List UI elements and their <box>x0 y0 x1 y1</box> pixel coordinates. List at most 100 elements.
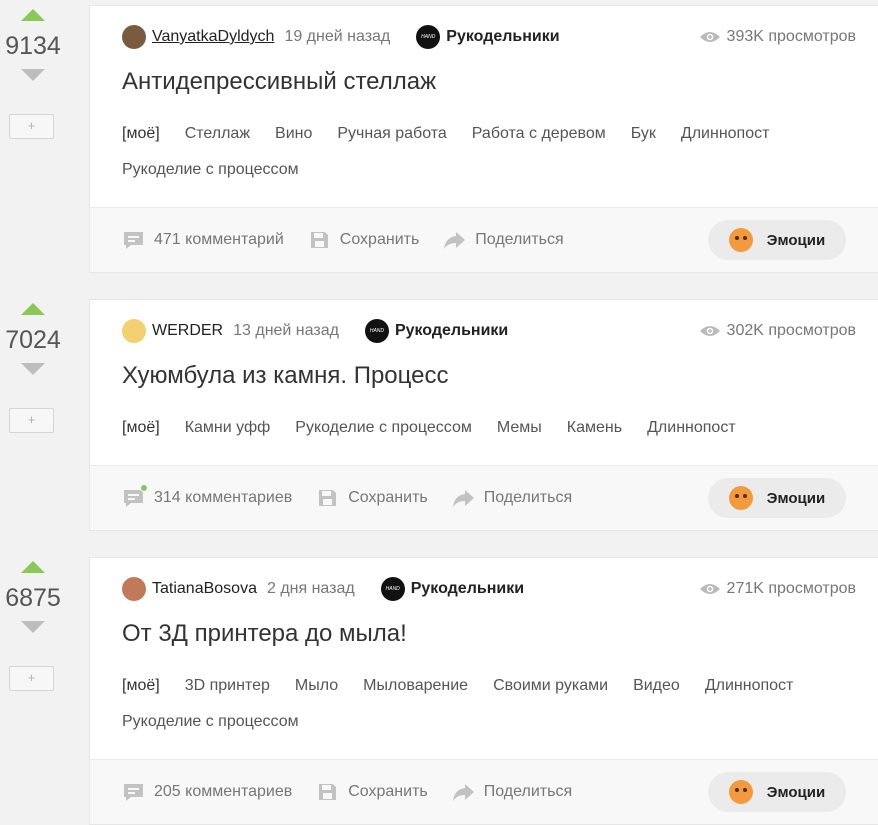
save-label: Сохранить <box>339 231 420 248</box>
downvote-arrow-icon[interactable] <box>21 69 45 81</box>
share-arrow-icon <box>443 229 466 251</box>
tag-list: [моё] Стеллаж Вино Ручная работа Работа … <box>122 116 822 188</box>
comments-count: 471 комментарий <box>154 231 284 248</box>
add-to-saved-button[interactable]: + <box>9 408 54 433</box>
tag[interactable]: Работа с деревом <box>472 116 606 152</box>
comments-button[interactable]: 314 комментариев <box>122 484 292 509</box>
save-label: Сохранить <box>348 783 428 800</box>
emotions-button[interactable]: Эмоции <box>708 220 846 260</box>
tag[interactable]: Длиннопост <box>705 668 794 704</box>
community-link[interactable]: HAND MADE Рукодельники <box>380 577 524 616</box>
share-arrow-icon <box>452 487 475 509</box>
add-to-saved-button[interactable]: + <box>9 114 54 139</box>
avatar[interactable] <box>122 577 146 601</box>
tag[interactable]: Видео <box>633 668 680 704</box>
save-button[interactable]: Сохранить <box>308 229 420 251</box>
story-body: VanyatkaDyldych 19 дней назад HAND MADE … <box>89 5 878 273</box>
tag[interactable]: Рукоделие с процессом <box>295 410 472 446</box>
share-button[interactable]: Поделиться <box>452 781 572 803</box>
author-link[interactable]: TatianaBosova <box>152 580 257 598</box>
tag[interactable]: Длиннопост <box>681 116 770 152</box>
comments-count: 205 комментариев <box>154 783 293 800</box>
community-logo-icon: HAND MADE <box>416 25 441 64</box>
emotions-label: Эмоции <box>766 783 826 801</box>
share-button[interactable]: Поделиться <box>452 487 572 509</box>
tag[interactable]: [моё] <box>122 668 160 704</box>
emotions-label: Эмоции <box>766 489 826 507</box>
downvote-arrow-icon[interactable] <box>21 621 45 633</box>
views-count: 271K просмотров <box>699 576 856 602</box>
community-logo-icon: HAND MADE <box>364 319 389 358</box>
comments-button[interactable]: 471 комментарий <box>122 229 284 251</box>
comment-icon <box>122 781 145 803</box>
share-label: Поделиться <box>483 783 573 800</box>
tag-list: [моё] 3D принтер Мыло Мыловарение Своими… <box>122 668 822 740</box>
story-title[interactable]: От 3Д принтера до мыла! <box>122 620 407 648</box>
post-time: 2 дня назад <box>266 580 355 597</box>
upvote-arrow-icon[interactable] <box>21 9 45 21</box>
tag[interactable]: Мыло <box>295 668 338 704</box>
tag[interactable]: Стеллаж <box>185 116 250 152</box>
tag[interactable]: Ручная работа <box>337 116 446 152</box>
rating-score: 9134 <box>5 32 61 60</box>
add-to-saved-button[interactable]: + <box>9 666 54 691</box>
tag[interactable]: [моё] <box>122 410 160 446</box>
share-label: Поделиться <box>475 231 564 248</box>
rating-column: 6875 + <box>0 557 66 825</box>
tag[interactable]: Рукоделие с процессом <box>122 152 299 188</box>
avatar[interactable] <box>122 319 146 343</box>
views-count: 302K просмотров <box>699 318 856 344</box>
tag[interactable]: 3D принтер <box>185 668 270 704</box>
save-label: Сохранить <box>348 489 428 506</box>
upvote-arrow-icon[interactable] <box>21 303 45 315</box>
rating-score: 7024 <box>5 326 61 354</box>
tag[interactable]: Камни уфф <box>185 410 271 446</box>
comment-icon <box>122 484 148 509</box>
emoji-face-icon <box>728 780 753 804</box>
emotions-button[interactable]: Эмоции <box>708 478 846 518</box>
community-link[interactable]: HAND MADE Рукодельники <box>416 25 560 64</box>
emoji-face-icon <box>728 228 753 252</box>
story-footer: 471 комментарий Сохранить Поделиться Эмо… <box>90 207 878 272</box>
tag[interactable]: Длиннопост <box>647 410 736 446</box>
avatar[interactable] <box>122 25 146 49</box>
share-button[interactable]: Поделиться <box>443 229 564 251</box>
downvote-arrow-icon[interactable] <box>21 363 45 375</box>
upvote-arrow-icon[interactable] <box>21 561 45 573</box>
views-text: 393K просмотров <box>726 28 856 45</box>
floppy-disk-icon <box>308 229 331 251</box>
rating-score: 6875 <box>5 584 61 612</box>
author-link[interactable]: WERDER <box>152 322 223 340</box>
post-time: 19 дней назад <box>284 28 391 45</box>
story-title[interactable]: Антидепрессивный стеллаж <box>122 68 436 96</box>
story-title[interactable]: Хуюмбула из камня. Процесс <box>122 362 448 390</box>
tag[interactable]: Мемы <box>497 410 542 446</box>
floppy-disk-icon <box>316 487 339 509</box>
story-card: 6875 + TatianaBosova 2 дня назад HAND MA… <box>0 557 878 825</box>
tag[interactable]: Мыловарение <box>363 668 468 704</box>
tag-list: [моё] Камни уфф Рукоделие с процессом Ме… <box>122 410 822 446</box>
eye-icon <box>699 584 720 594</box>
floppy-disk-icon <box>316 781 339 803</box>
comments-button[interactable]: 205 комментариев <box>122 781 292 803</box>
save-button[interactable]: Сохранить <box>316 487 428 509</box>
community-name: Рукодельники <box>394 322 509 339</box>
community-logo-icon: HAND MADE <box>380 577 405 616</box>
rating-column: 7024 + <box>0 299 66 531</box>
story-footer: 314 комментариев Сохранить Поделиться Эм… <box>90 465 878 530</box>
emotions-button[interactable]: Эмоции <box>708 772 846 812</box>
tag[interactable]: Бук <box>631 116 656 152</box>
tag[interactable]: Своими руками <box>493 668 608 704</box>
tag[interactable]: Рукоделие с процессом <box>122 704 299 740</box>
tag[interactable]: [моё] <box>122 116 160 152</box>
community-link[interactable]: HAND MADE Рукодельники <box>364 319 509 358</box>
save-button[interactable]: Сохранить <box>316 781 428 803</box>
comment-icon <box>122 229 145 251</box>
tag[interactable]: Вино <box>275 116 312 152</box>
views-text: 302K просмотров <box>726 322 856 339</box>
author-link[interactable]: VanyatkaDyldych <box>152 28 274 46</box>
emoji-face-icon <box>728 486 753 510</box>
share-label: Поделиться <box>483 489 573 506</box>
emotions-label: Эмоции <box>766 231 826 249</box>
tag[interactable]: Камень <box>567 410 622 446</box>
